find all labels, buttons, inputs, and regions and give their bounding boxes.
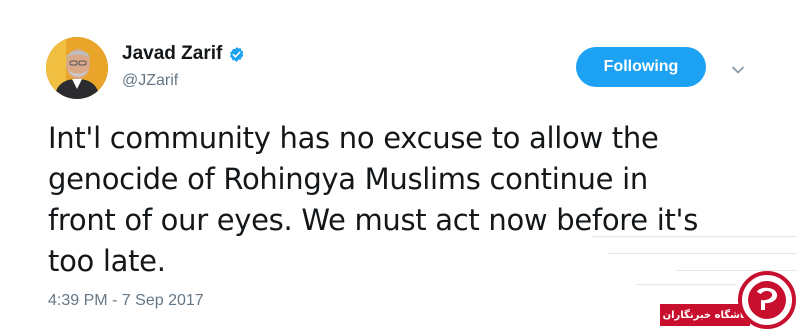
watermark-text: باشگاه خبرنگاران — [662, 309, 748, 321]
display-name-text: Javad Zarif — [122, 43, 223, 64]
watermark-logo-icon — [738, 271, 796, 329]
chevron-down-icon[interactable] — [730, 62, 746, 78]
avatar[interactable] — [46, 37, 108, 99]
watermark-rule — [636, 284, 736, 285]
watermark-rule — [592, 236, 797, 237]
watermark-rule — [608, 253, 797, 254]
tweet-text-line: genocide of Rohingya Muslims continue in — [48, 162, 648, 196]
tweet-card: Javad Zarif @JZarif Following Int'l comm… — [0, 0, 797, 329]
tweet-timestamp[interactable]: 4:39 PM - 7 Sep 2017 — [48, 292, 204, 310]
verified-badge-icon — [230, 46, 244, 62]
following-button[interactable]: Following — [576, 47, 706, 87]
tweet-text-line: Int'l community has no excuse to allow t… — [48, 121, 659, 155]
tweet-text-line: too late. — [48, 244, 166, 278]
tweet-text-line: front of our eyes. We must act now befor… — [48, 203, 699, 237]
user-handle[interactable]: @JZarif — [122, 72, 178, 90]
profile-photo-icon — [46, 37, 108, 99]
display-name[interactable]: Javad Zarif — [122, 43, 245, 65]
tweet-text: Int'l community has no excuse to allow t… — [48, 118, 768, 282]
